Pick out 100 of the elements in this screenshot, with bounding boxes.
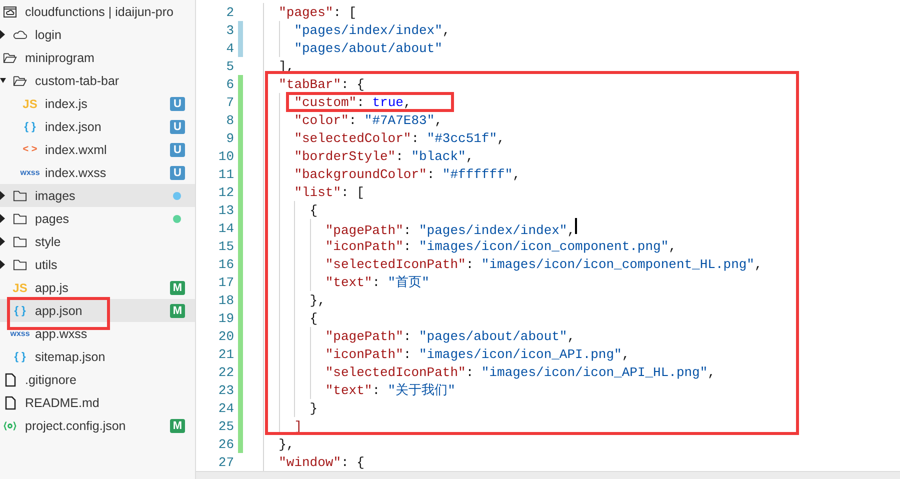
line-number: 16 <box>217 256 234 272</box>
code-text: "window": { <box>278 454 364 470</box>
caret-down-icon[interactable] <box>0 76 6 85</box>
line-number: 22 <box>217 364 234 380</box>
caret-right-icon[interactable] <box>0 191 6 200</box>
code-text: "pages": [ <box>278 4 357 20</box>
line-number: 11 <box>217 166 234 182</box>
caret-right-icon[interactable] <box>0 214 6 223</box>
file-tree-item[interactable]: < > index.wxml U <box>0 138 195 161</box>
file-tree-item[interactable]: { } index.json U <box>0 115 195 138</box>
git-status-badge: M <box>170 280 185 294</box>
file-tree-item[interactable]: utils <box>0 253 195 276</box>
js-file-icon: JS <box>12 280 28 294</box>
line-number: 26 <box>217 436 234 452</box>
code-text: "custom": true, <box>286 92 454 112</box>
code-text: }, <box>278 436 294 452</box>
json-file-icon: { } <box>14 350 26 364</box>
code-text: "iconPath": "images/icon/icon_API.png", <box>325 346 630 362</box>
file-tree-item[interactable]: README.md <box>0 391 195 414</box>
file-tree-item[interactable]: miniprogram <box>0 46 195 69</box>
git-status-badge: U <box>170 120 185 134</box>
line-number: 18 <box>217 292 234 308</box>
line-number: 3 <box>225 22 234 38</box>
line-number: 5 <box>225 58 234 74</box>
line-number: 10 <box>217 148 234 164</box>
git-status-badge: M <box>170 304 185 318</box>
file-tree-item[interactable]: style <box>0 230 195 253</box>
line-number: 21 <box>217 346 234 362</box>
file-tree-item[interactable]: .gitignore <box>0 368 195 391</box>
line-number: 14 <box>217 220 234 236</box>
git-status-badge: U <box>170 166 185 180</box>
line-number: 17 <box>217 274 234 290</box>
config-file-icon <box>3 420 17 432</box>
line-number: 7 <box>225 94 234 110</box>
line-number: 25 <box>217 418 234 434</box>
file-icon <box>4 372 16 386</box>
code-text: } <box>310 400 318 416</box>
line-number: 4 <box>225 40 234 56</box>
line-number: 15 <box>217 238 234 254</box>
file-tree-item[interactable]: { } app.json M <box>0 299 195 322</box>
code-text: "pagePath": "pages/about/about", <box>325 328 576 344</box>
code-text: "tabBar": { <box>278 76 364 92</box>
line-number: 27 <box>217 454 234 470</box>
line-number: 23 <box>217 382 234 398</box>
file-tree-item[interactable]: wxss app.wxss <box>0 322 195 345</box>
file-icon <box>4 396 16 410</box>
file-tree-item[interactable]: JS index.js U <box>0 92 195 115</box>
file-tree-item[interactable]: cloudfunctions | idaijun-pro <box>0 0 195 23</box>
file-tree-item[interactable]: login <box>0 23 195 46</box>
line-number: 19 <box>217 310 234 326</box>
code-text: { <box>310 310 318 326</box>
file-tree-item[interactable]: custom-tab-bar <box>0 69 195 92</box>
code-text: "pages/index/index", <box>294 22 450 38</box>
file-tree-item[interactable]: JS app.js M <box>0 276 195 299</box>
file-tree-item[interactable]: images <box>0 184 195 207</box>
line-number: 24 <box>217 400 234 416</box>
cloud-icon <box>13 29 27 40</box>
code-text: "list": [ <box>294 184 364 200</box>
folder-icon <box>13 212 27 224</box>
code-text: "text": "首页" <box>325 274 430 291</box>
json-file-icon: { } <box>24 120 36 134</box>
caret-right-icon[interactable] <box>0 260 6 269</box>
wxml-file-icon: < > <box>22 142 38 156</box>
line-number: 8 <box>225 112 234 128</box>
code-text: "selectedColor": "#3cc51f", <box>294 130 505 146</box>
wxss-file-icon: wxss <box>10 326 30 340</box>
line-number: 13 <box>217 202 234 218</box>
code-text: "iconPath": "images/icon/icon_component.png", <box>325 238 676 254</box>
line-number: 2 <box>225 4 234 20</box>
json-file-icon: { } <box>14 304 26 318</box>
code-text: "selectedIconPath": "images/icon/icon_API_HL.png", <box>325 364 716 380</box>
code-text: }, <box>310 292 326 308</box>
line-number: 6 <box>225 76 234 92</box>
horizontal-scrollbar[interactable] <box>196 471 900 479</box>
file-tree-item[interactable]: pages <box>0 207 195 230</box>
file-tree-item[interactable]: project.config.json M <box>0 414 195 437</box>
js-file-icon: JS <box>22 96 38 110</box>
cloud-folder-icon <box>3 6 17 18</box>
code-text: "pages/about/about" <box>294 40 442 56</box>
code-text: "borderStyle": "black", <box>294 148 474 164</box>
open-folder-icon <box>13 74 27 86</box>
file-tree-item[interactable]: { } sitemap.json <box>0 345 195 368</box>
code-text: "selectedIconPath": "images/icon/icon_component_HL.png", <box>325 256 762 272</box>
line-number: 9 <box>225 130 234 146</box>
folder-icon <box>13 236 27 248</box>
code-text: "text": "关于我们" <box>325 382 456 399</box>
folder-icon <box>13 258 27 270</box>
code-text: "pagePath": "pages/index/index", <box>325 218 578 238</box>
file-tree-item[interactable]: wxss index.wxss U <box>0 161 195 184</box>
git-status-badge: M <box>170 418 185 432</box>
code-text: "color": "#7A7E83", <box>294 112 442 128</box>
wxss-file-icon: wxss <box>20 166 40 180</box>
caret-right-icon[interactable] <box>0 237 6 246</box>
git-status-badge: U <box>170 96 185 110</box>
code-text: { <box>310 202 318 218</box>
code-text: "backgroundColor": "#ffffff", <box>294 166 520 182</box>
caret-right-icon[interactable] <box>0 30 6 39</box>
line-number: 20 <box>217 328 234 344</box>
folder-icon <box>13 190 27 202</box>
open-folder-icon <box>3 52 17 64</box>
